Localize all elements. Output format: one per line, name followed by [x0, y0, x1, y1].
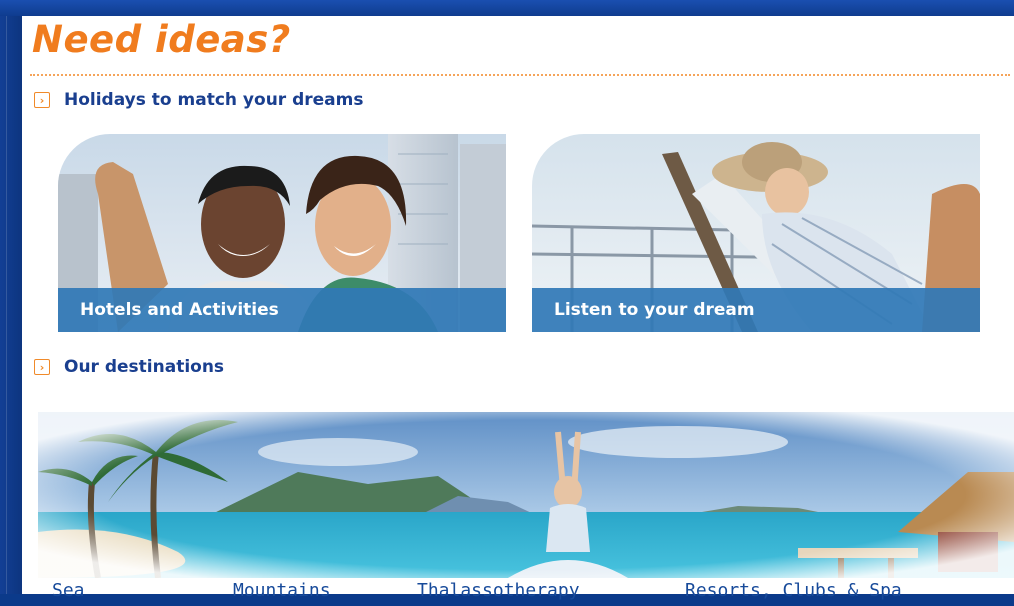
- arrow-box-icon: ›: [34, 359, 50, 375]
- hotels-activities-label: Hotels and Activities: [80, 300, 279, 320]
- section-holidays-label: Holidays to match your dreams: [64, 90, 364, 110]
- destination-mountains-link[interactable]: Mountains: [233, 580, 331, 601]
- frame-left-border: [0, 0, 22, 594]
- page-title: Need ideas?: [32, 18, 291, 61]
- arrow-box-icon: ›: [34, 92, 50, 108]
- section-destinations-label: Our destinations: [64, 357, 225, 377]
- destination-sea-link[interactable]: Sea: [52, 580, 85, 601]
- frame-top-border: [0, 0, 1014, 16]
- destination-resorts-link[interactable]: Resorts, Clubs & Spa: [685, 580, 902, 601]
- destinations-banner: [38, 412, 1014, 578]
- listen-dream-caption-bar: Listen to your dream: [532, 288, 980, 332]
- section-holidays[interactable]: › Holidays to match your dreams: [34, 90, 363, 110]
- destinations-links: Sea Mountains Thalassotherapy Resorts, C…: [22, 580, 1014, 606]
- listen-dream-card[interactable]: Listen to your dream: [532, 134, 980, 332]
- destination-thalassotherapy-link[interactable]: Thalassotherapy: [417, 580, 580, 601]
- section-destinations[interactable]: › Our destinations: [34, 357, 224, 377]
- listen-dream-label: Listen to your dream: [554, 300, 755, 320]
- dotted-divider: [30, 74, 1010, 76]
- hotels-activities-caption-bar: Hotels and Activities: [58, 288, 506, 332]
- ideas-panel: Need ideas? › Holidays to match your dre…: [22, 16, 1014, 601]
- hotels-activities-card[interactable]: Hotels and Activities: [58, 134, 506, 332]
- destinations-photo: [38, 412, 1014, 578]
